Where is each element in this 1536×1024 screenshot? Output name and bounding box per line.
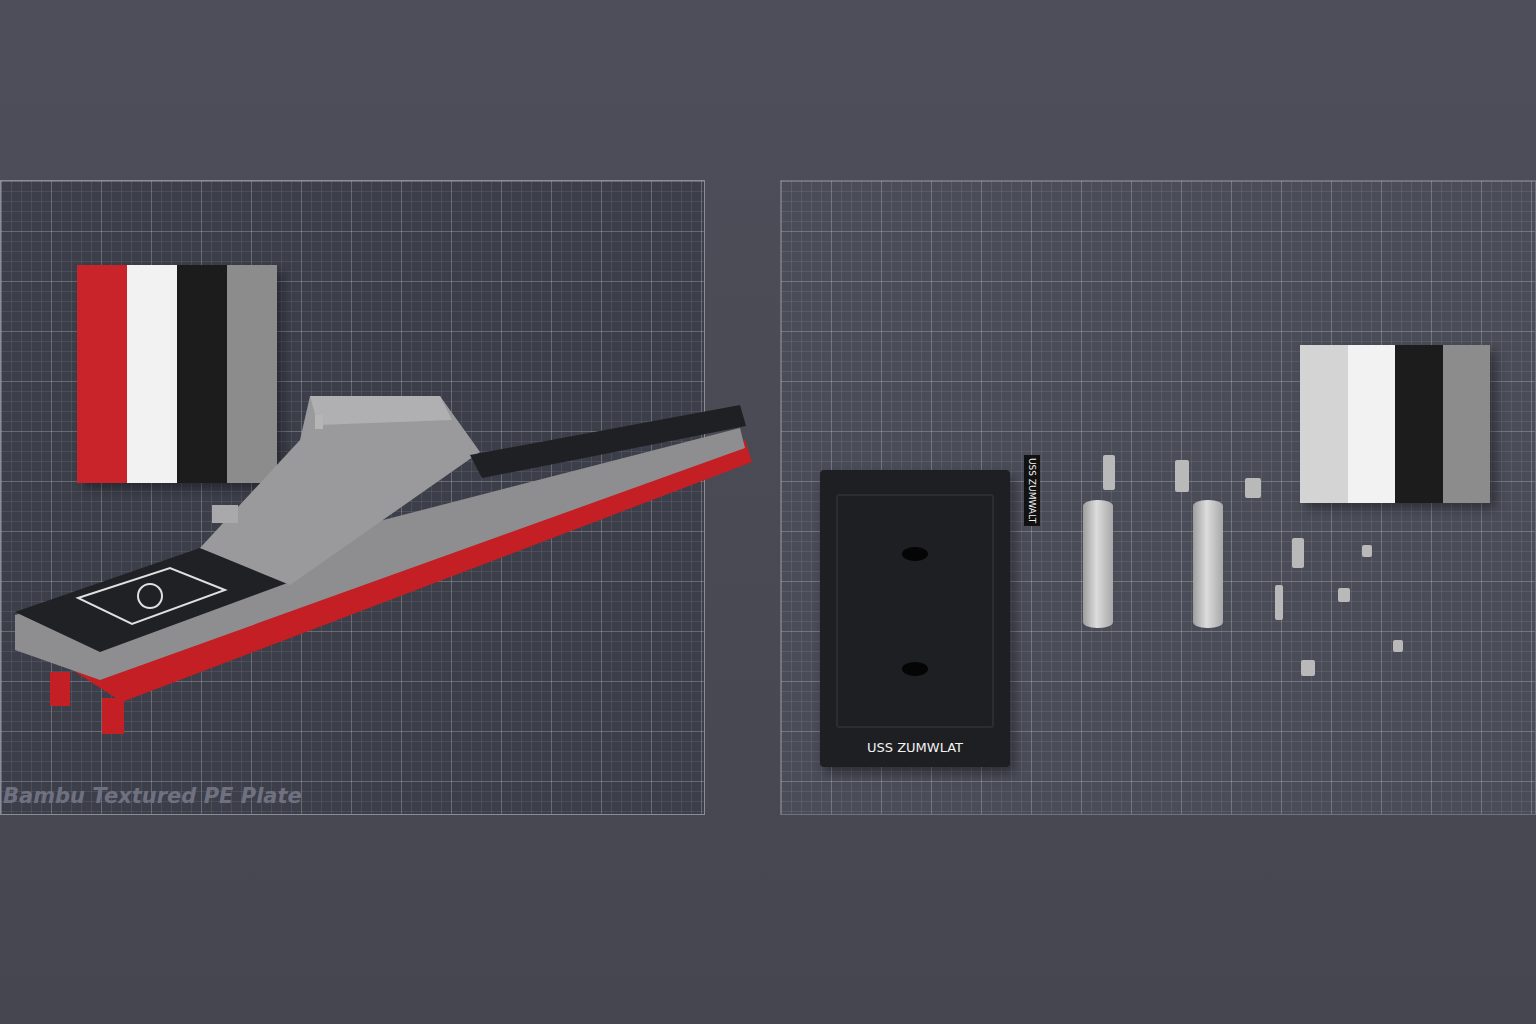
nameplate[interactable]: USS ZUMWALT (1024, 455, 1040, 526)
tower-stripe (127, 265, 177, 483)
tower-stripe (227, 265, 277, 483)
slicer-viewport[interactable]: Bambu Textured PE Plate USS ZUMWLAT USS ZU… (0, 0, 1536, 1024)
plate-label: Bambu Textured PE Plate (3, 784, 302, 808)
small-part[interactable] (1103, 455, 1115, 490)
tower-stripe (1395, 345, 1443, 503)
small-part[interactable] (1175, 460, 1189, 492)
tower-stripe (77, 265, 127, 483)
mast-part[interactable] (1193, 500, 1223, 628)
tower-stripe (1348, 345, 1396, 503)
tower-stripe (1300, 345, 1348, 503)
prime-tower[interactable] (77, 265, 277, 483)
small-part[interactable] (1393, 640, 1403, 652)
small-part[interactable] (1275, 585, 1283, 620)
tower-stripe (1443, 345, 1491, 503)
mount-hole (902, 662, 928, 676)
ship-model[interactable] (10, 390, 755, 735)
prime-tower[interactable] (1300, 345, 1490, 503)
small-part[interactable] (1292, 538, 1304, 568)
small-part[interactable] (1301, 660, 1315, 676)
stand-top (836, 494, 994, 728)
small-part[interactable] (1245, 478, 1261, 498)
tower-stripe (177, 265, 227, 483)
mount-hole (902, 547, 928, 561)
mast-part[interactable] (1083, 500, 1113, 628)
stand-label: USS ZUMWLAT (867, 740, 963, 755)
small-part[interactable] (1362, 545, 1372, 557)
small-part[interactable] (1338, 588, 1350, 602)
display-stand[interactable]: USS ZUMWLAT (820, 470, 1010, 767)
